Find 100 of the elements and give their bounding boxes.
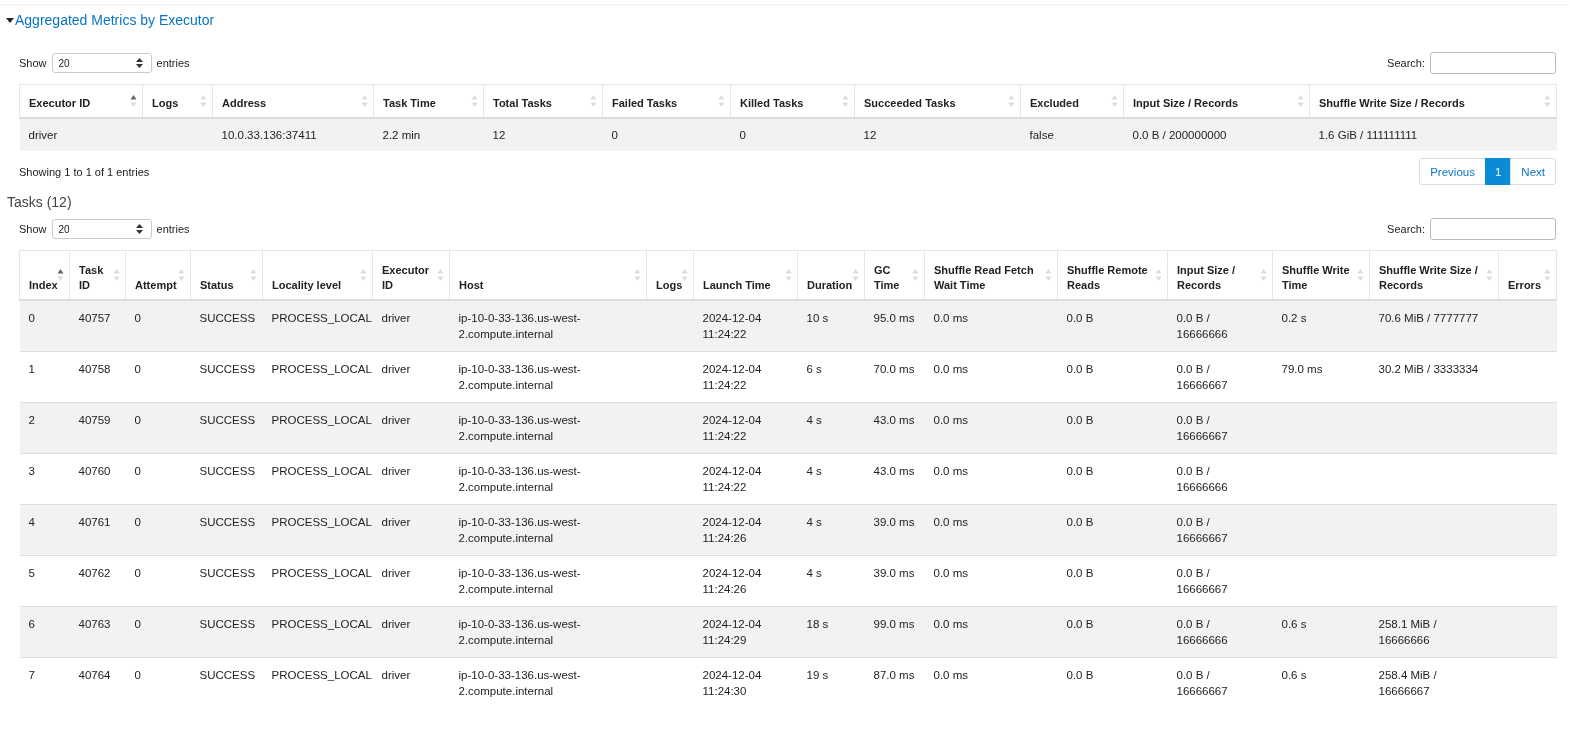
table-cell: 0.0 B / 16666667: [1167, 402, 1273, 454]
table-cell: PROCESS_LOCAL: [262, 300, 373, 352]
previous-button[interactable]: Previous: [1419, 158, 1486, 185]
table-cell: 79.0 ms: [1272, 351, 1370, 403]
table-cell: 12: [854, 118, 1021, 151]
table-cell: 18 s: [797, 606, 865, 658]
table-cell: 0.0 B: [1057, 555, 1168, 607]
table-cell: 10.0.33.136:37411: [212, 118, 374, 151]
table-cell: 4 s: [797, 402, 865, 454]
table-cell: driver: [372, 504, 450, 556]
table-cell: 40763: [69, 606, 126, 658]
table-cell: driver: [372, 657, 450, 709]
table-cell: 4 s: [797, 453, 865, 505]
table-cell: 0: [602, 118, 731, 151]
table-cell: 0.0 ms: [924, 453, 1058, 505]
table-cell: 2024-12-04 11:24:29: [693, 606, 798, 658]
show-label: Show: [19, 57, 47, 69]
table-cell: ip-10-0-33-136.us-west-2.compute.internal: [449, 453, 647, 505]
table-cell: 0.0 ms: [924, 657, 1058, 709]
search-label: Search:: [1387, 223, 1425, 235]
search-field[interactable]: [1430, 52, 1556, 74]
table-cell: 0.0 B: [1057, 402, 1168, 454]
table-cell: driver: [372, 555, 450, 607]
table-cell: 30.2 MiB / 3333334: [1369, 351, 1499, 403]
table-cell: SUCCESS: [190, 453, 263, 505]
table-cell: PROCESS_LOCAL: [262, 657, 373, 709]
table-cell: 0: [125, 351, 191, 403]
table-cell: ip-10-0-33-136.us-west-2.compute.internal: [449, 300, 647, 352]
table-cell: 43.0 ms: [864, 453, 925, 505]
entries-select[interactable]: 20: [51, 53, 152, 73]
table-cell: 40761: [69, 504, 126, 556]
table-cell: 0.2 s: [1272, 300, 1370, 352]
table-cell: ip-10-0-33-136.us-west-2.compute.internal: [449, 657, 647, 709]
entries-label: entries: [156, 223, 190, 235]
table-cell: 0.0 B: [1057, 453, 1168, 505]
table-cell: 1: [19, 351, 70, 403]
table-cell: 0.0 B / 200000000: [1123, 118, 1310, 151]
table-cell: false: [1020, 118, 1124, 151]
table-cell: 258.1 MiB / 16666666: [1369, 606, 1499, 658]
table-cell: 0.0 ms: [924, 504, 1058, 556]
table-cell: 4: [19, 504, 70, 556]
table-cell: 0: [125, 402, 191, 454]
table-cell: 6 s: [797, 351, 865, 403]
table-cell: SUCCESS: [190, 657, 263, 709]
table-cell: 40760: [69, 453, 126, 505]
table-cell: 0.0 B / 16666666: [1167, 300, 1273, 352]
table-cell: 0.0 ms: [924, 606, 1058, 658]
table-cell: 40758: [69, 351, 126, 403]
table-cell: 43.0 ms: [864, 402, 925, 454]
table-cell: 40762: [69, 555, 126, 607]
search-label: Search:: [1387, 57, 1425, 69]
table-cell: 2: [19, 402, 70, 454]
table-cell: 0.0 ms: [924, 351, 1058, 403]
table-cell: 0.0 ms: [924, 402, 1058, 454]
table-cell: 0.0 B: [1057, 606, 1168, 658]
table-cell: 0: [125, 453, 191, 505]
table-cell: SUCCESS: [190, 300, 263, 352]
table-cell: 4 s: [797, 555, 865, 607]
table-cell: 0.0 ms: [924, 555, 1058, 607]
table-cell: 70.6 MiB / 7777777: [1369, 300, 1499, 352]
entries-select[interactable]: 20: [51, 219, 152, 239]
table-cell: 40757: [69, 300, 126, 352]
table-cell: SUCCESS: [190, 606, 263, 658]
table-cell: 0.0 B / 16666667: [1167, 351, 1273, 403]
table-cell: 2024-12-04 11:24:26: [693, 504, 798, 556]
table-info: Showing 1 to 1 of 1 entries: [19, 165, 150, 178]
table-cell: SUCCESS: [190, 555, 263, 607]
table-cell: 2024-12-04 11:24:22: [693, 300, 798, 352]
table-cell: 0.6 s: [1272, 657, 1370, 709]
table-cell: PROCESS_LOCAL: [262, 402, 373, 454]
table-cell: 0.0 ms: [924, 300, 1058, 352]
table-cell: 0.0 B: [1057, 657, 1168, 709]
table-cell: 0.0 B: [1057, 504, 1168, 556]
entries-label: entries: [156, 57, 190, 69]
table-cell: 40764: [69, 657, 126, 709]
table-cell: 40759: [69, 402, 126, 454]
table-cell: PROCESS_LOCAL: [262, 504, 373, 556]
table-cell: 0.0 B / 16666666: [1167, 453, 1273, 505]
table-cell: 39.0 ms: [864, 504, 925, 556]
table-cell: 70.0 ms: [864, 351, 925, 403]
table-cell: driver: [19, 118, 143, 151]
section-title-link[interactable]: Aggregated Metrics by Executor: [15, 12, 215, 28]
table-cell: 0.0 B / 16666667: [1167, 504, 1273, 556]
table-cell: 0.0 B / 16666667: [1167, 657, 1273, 709]
table-cell: ip-10-0-33-136.us-west-2.compute.internal: [449, 606, 647, 658]
table-cell: driver: [372, 402, 450, 454]
updown-caret-icon: [135, 224, 143, 234]
table-cell: 6: [19, 606, 70, 658]
table-cell: 1.6 GiB / 111111111: [1309, 118, 1557, 151]
table-cell: 0: [19, 300, 70, 352]
table-cell: ip-10-0-33-136.us-west-2.compute.internal: [449, 351, 647, 403]
show-label: Show: [19, 223, 47, 235]
table-cell: 99.0 ms: [864, 606, 925, 658]
table-cell: 0.6 s: [1272, 606, 1370, 658]
collapse-arrow-icon[interactable]: [6, 17, 14, 23]
next-button[interactable]: Next: [1510, 158, 1556, 185]
table-cell: 0.0 B / 16666667: [1167, 555, 1273, 607]
table-cell: 0: [730, 118, 855, 151]
table-cell: 0.0 B: [1057, 351, 1168, 403]
search-field[interactable]: [1430, 218, 1556, 240]
